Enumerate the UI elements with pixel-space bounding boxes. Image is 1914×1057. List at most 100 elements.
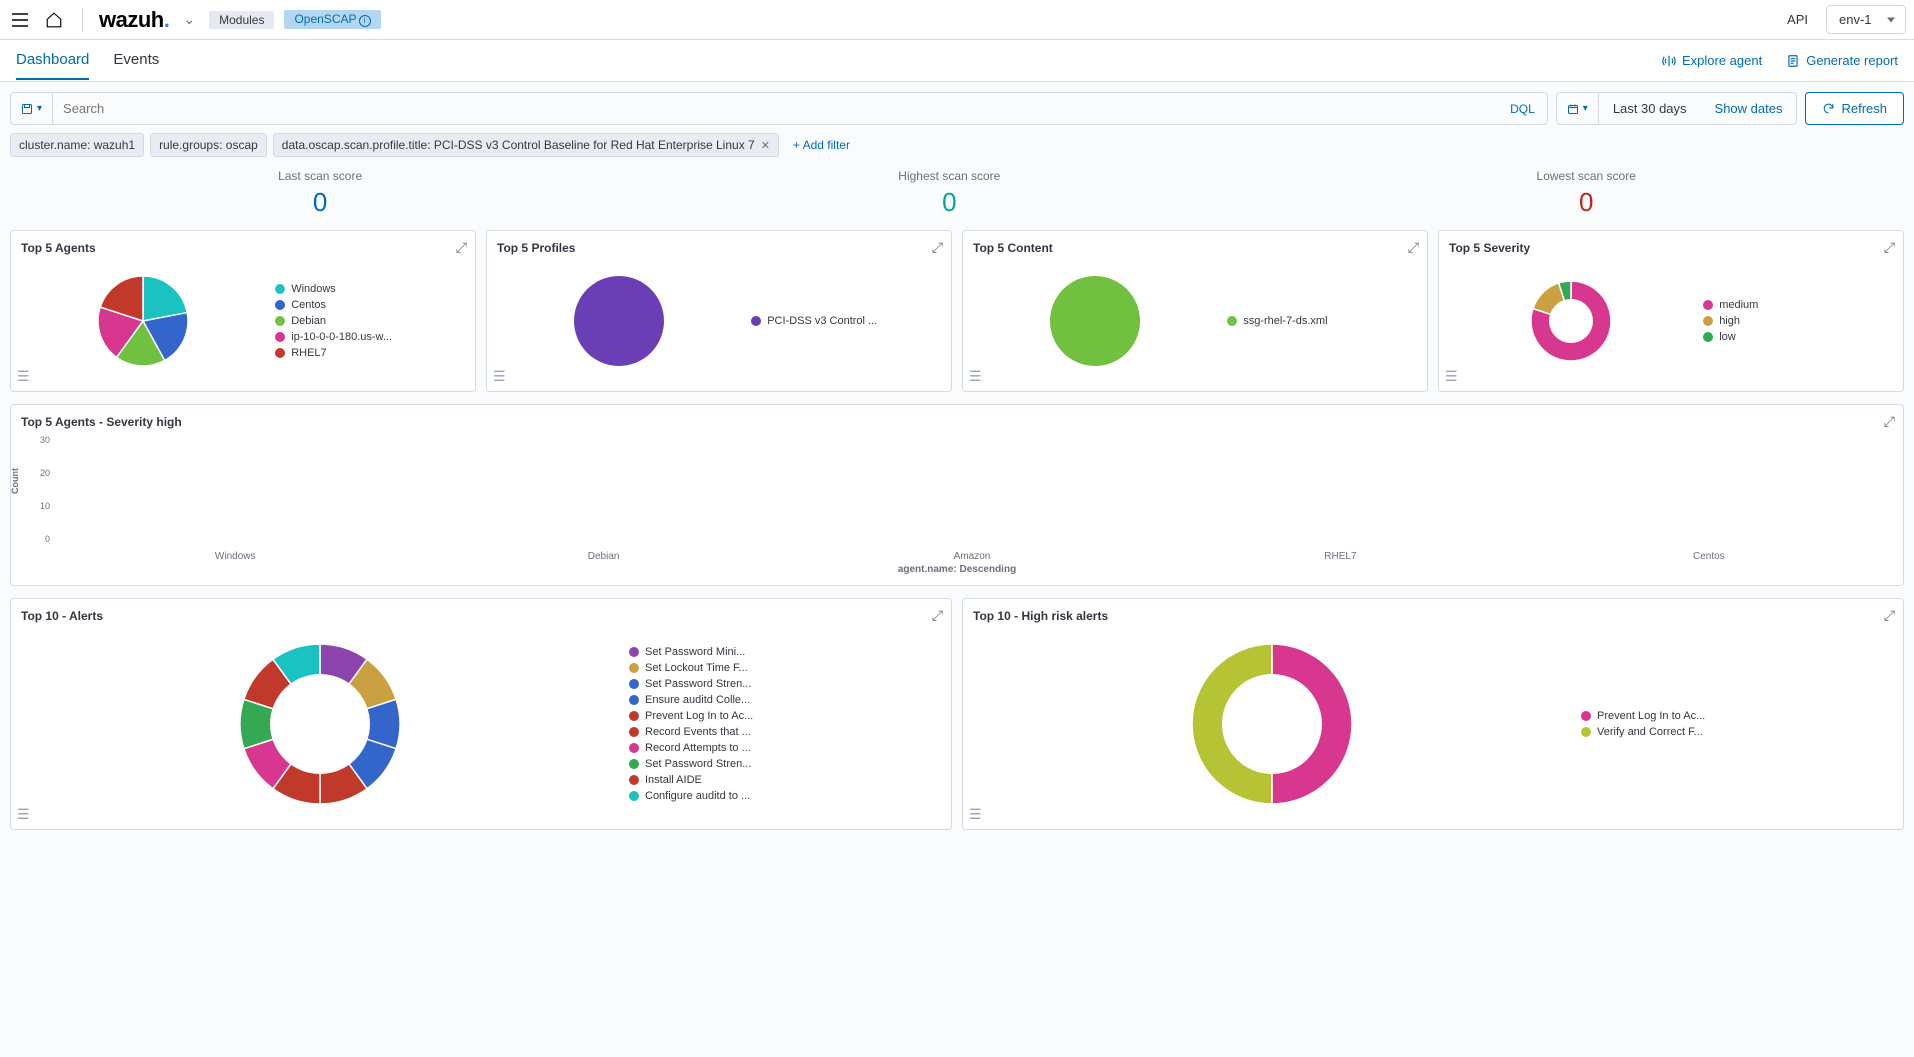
chevron-down-icon: ▾ xyxy=(37,103,42,114)
legend: ssg-rhel-7-ds.xml xyxy=(1227,315,1417,327)
bottom-panels-row: Top 10 - Alerts ⤢ Set Password Mini...Se… xyxy=(10,598,1904,830)
breadcrumb-current[interactable]: OpenSCAPi xyxy=(284,10,380,29)
bar-slot[interactable]: Amazon xyxy=(808,547,1136,562)
legend-item[interactable]: Prevent Log In to Ac... xyxy=(629,710,941,722)
explore-agent-button[interactable]: Explore agent xyxy=(1662,53,1762,68)
disk-icon xyxy=(21,103,33,115)
hamburger-icon[interactable] xyxy=(8,8,32,32)
score-last: Last scan score 0 xyxy=(278,169,362,218)
filter-profile-title[interactable]: data.oscap.scan.profile.title: PCI-DSS v… xyxy=(273,133,779,157)
document-icon xyxy=(1786,54,1800,68)
add-filter-button[interactable]: + Add filter xyxy=(785,134,858,156)
legend-item[interactable]: Prevent Log In to Ac... xyxy=(1581,710,1893,722)
show-dates-button[interactable]: Show dates xyxy=(1701,93,1797,124)
legend-item[interactable]: Verify and Correct F... xyxy=(1581,726,1893,738)
legend-item[interactable]: medium xyxy=(1703,299,1893,311)
tabs: Dashboard Events xyxy=(16,41,1662,80)
legend-item[interactable]: ip-10-0-0-180.us-w... xyxy=(275,331,465,343)
breadcrumb-modules[interactable]: Modules xyxy=(209,11,274,29)
filter-cluster[interactable]: cluster.name: wazuh1 xyxy=(10,133,144,157)
donut-chart[interactable] xyxy=(21,644,619,804)
topbar-left: wazuh. ⌄ Modules OpenSCAPi xyxy=(8,7,1787,33)
chevron-down-icon[interactable]: ⌄ xyxy=(183,11,195,28)
bar-slot[interactable]: Centos xyxy=(1545,547,1873,562)
filter-rule-groups[interactable]: rule.groups: oscap xyxy=(150,133,267,157)
calendar-icon xyxy=(1567,103,1579,115)
expand-icon[interactable]: ⤢ xyxy=(1884,413,1895,430)
tab-dashboard[interactable]: Dashboard xyxy=(16,41,89,80)
date-value[interactable]: Last 30 days xyxy=(1599,93,1701,124)
legend: Windows Centos Debian ip-10-0-0-180.us-w...… xyxy=(275,283,465,359)
list-icon[interactable]: ☰ xyxy=(17,368,30,385)
legend-item[interactable]: Centos xyxy=(275,299,465,311)
score-label: Lowest scan score xyxy=(1537,169,1636,183)
expand-icon[interactable]: ⤢ xyxy=(1884,239,1895,256)
panel-severity-high-bar: Top 5 Agents - Severity high ⤢ Count 302… xyxy=(10,404,1904,586)
score-lowest: Lowest scan score 0 xyxy=(1537,169,1636,218)
home-icon[interactable] xyxy=(42,8,66,32)
api-link[interactable]: API xyxy=(1787,12,1808,27)
panel-title: Top 5 Agents xyxy=(21,241,465,255)
legend-item[interactable]: Record Events that ... xyxy=(629,726,941,738)
brand-logo[interactable]: wazuh. xyxy=(99,7,169,33)
dql-button[interactable]: DQL xyxy=(1498,102,1547,116)
list-icon[interactable]: ☰ xyxy=(1445,368,1458,385)
panel-top5-profiles: Top 5 Profiles ⤢ PCI-DSS v3 Control ... … xyxy=(486,230,952,392)
tab-events[interactable]: Events xyxy=(113,41,159,80)
legend-item[interactable]: Set Lockout Time F... xyxy=(629,662,941,674)
refresh-icon xyxy=(1822,102,1835,115)
legend-item[interactable]: Configure auditd to ... xyxy=(629,790,941,802)
donut-chart[interactable] xyxy=(973,644,1571,804)
close-icon[interactable]: ✕ xyxy=(761,139,770,152)
bar-chart[interactable]: Windows Debian Amazon RHEL7 Centos xyxy=(51,435,1893,562)
list-icon[interactable]: ☰ xyxy=(969,368,982,385)
expand-icon[interactable]: ⤢ xyxy=(932,607,943,624)
panel-top10-alerts: Top 10 - Alerts ⤢ Set Password Mini...Se… xyxy=(10,598,952,830)
legend-item[interactable]: low xyxy=(1703,331,1893,343)
legend-item[interactable]: Install AIDE xyxy=(629,774,941,786)
sub-actions: Explore agent Generate report xyxy=(1662,53,1898,68)
pie-chart[interactable] xyxy=(497,276,741,366)
list-icon[interactable]: ☰ xyxy=(969,806,982,823)
expand-icon[interactable]: ⤢ xyxy=(456,239,467,256)
legend-item[interactable]: Set Password Stren... xyxy=(629,758,941,770)
date-group: ▾ Last 30 days Show dates xyxy=(1556,92,1798,125)
legend-item[interactable]: RHEL7 xyxy=(275,347,465,359)
panel-top5-agents: Top 5 Agents ⤢ Windows Centos Debian ip-10-… xyxy=(10,230,476,392)
legend-item[interactable]: Debian xyxy=(275,315,465,327)
expand-icon[interactable]: ⤢ xyxy=(932,239,943,256)
bar-slot[interactable]: RHEL7 xyxy=(1176,547,1504,562)
legend-item[interactable]: Windows xyxy=(275,283,465,295)
panel-title: Top 10 - Alerts xyxy=(21,609,941,623)
saved-query-menu[interactable]: ▾ xyxy=(11,93,53,124)
pie-chart[interactable] xyxy=(973,276,1217,366)
list-icon[interactable]: ☰ xyxy=(17,806,30,823)
score-row: Last scan score 0 Highest scan score 0 L… xyxy=(0,169,1914,230)
legend-item[interactable]: Ensure auditd Colle... xyxy=(629,694,941,706)
legend-item[interactable]: ssg-rhel-7-ds.xml xyxy=(1227,315,1417,327)
legend-item[interactable]: Set Password Mini... xyxy=(629,646,941,658)
generate-report-button[interactable]: Generate report xyxy=(1786,53,1898,68)
legend-item[interactable]: high xyxy=(1703,315,1893,327)
refresh-button[interactable]: Refresh xyxy=(1805,92,1904,125)
panel-title: Top 5 Severity xyxy=(1449,241,1893,255)
divider xyxy=(82,8,83,32)
pie-chart[interactable] xyxy=(21,276,265,366)
score-value: 0 xyxy=(1537,187,1636,218)
expand-icon[interactable]: ⤢ xyxy=(1884,607,1895,624)
env-selector[interactable]: env-1 xyxy=(1826,5,1906,34)
legend-item[interactable]: Record Attempts to ... xyxy=(629,742,941,754)
search-input[interactable] xyxy=(53,93,1498,124)
legend-item[interactable]: PCI-DSS v3 Control ... xyxy=(751,315,941,327)
date-quick-menu[interactable]: ▾ xyxy=(1557,93,1599,124)
bar-slot[interactable]: Windows xyxy=(71,547,399,562)
panel-title: Top 5 Content xyxy=(973,241,1417,255)
legend: Set Password Mini... Set Lockout Time F..… xyxy=(629,646,941,802)
antenna-icon xyxy=(1662,54,1676,68)
bar-slot[interactable]: Debian xyxy=(439,547,767,562)
expand-icon[interactable]: ⤢ xyxy=(1408,239,1419,256)
searchbar-row: ▾ DQL ▾ Last 30 days Show dates Refresh xyxy=(0,82,1914,125)
donut-chart[interactable] xyxy=(1449,281,1693,361)
list-icon[interactable]: ☰ xyxy=(493,368,506,385)
legend-item[interactable]: Set Password Stren... xyxy=(629,678,941,690)
